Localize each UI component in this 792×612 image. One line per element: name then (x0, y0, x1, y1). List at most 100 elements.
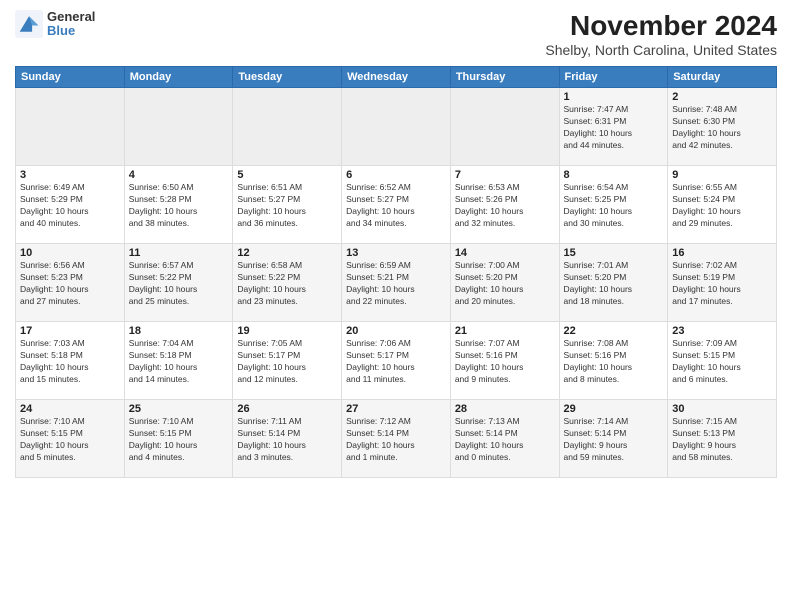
table-row: 27Sunrise: 7:12 AM Sunset: 5:14 PM Dayli… (342, 400, 451, 478)
day-info: Sunrise: 7:06 AM Sunset: 5:17 PM Dayligh… (346, 338, 446, 386)
day-info: Sunrise: 6:50 AM Sunset: 5:28 PM Dayligh… (129, 182, 229, 230)
table-row: 22Sunrise: 7:08 AM Sunset: 5:16 PM Dayli… (559, 322, 668, 400)
day-number: 17 (20, 325, 120, 337)
day-number: 24 (20, 403, 120, 415)
calendar-week-row: 17Sunrise: 7:03 AM Sunset: 5:18 PM Dayli… (16, 322, 777, 400)
day-info: Sunrise: 7:48 AM Sunset: 6:30 PM Dayligh… (672, 104, 772, 152)
day-number: 22 (564, 325, 664, 337)
table-row: 19Sunrise: 7:05 AM Sunset: 5:17 PM Dayli… (233, 322, 342, 400)
table-row: 8Sunrise: 6:54 AM Sunset: 5:25 PM Daylig… (559, 166, 668, 244)
day-info: Sunrise: 7:08 AM Sunset: 5:16 PM Dayligh… (564, 338, 664, 386)
col-saturday: Saturday (668, 67, 777, 88)
table-row: 20Sunrise: 7:06 AM Sunset: 5:17 PM Dayli… (342, 322, 451, 400)
table-row: 1Sunrise: 7:47 AM Sunset: 6:31 PM Daylig… (559, 88, 668, 166)
table-row: 16Sunrise: 7:02 AM Sunset: 5:19 PM Dayli… (668, 244, 777, 322)
col-wednesday: Wednesday (342, 67, 451, 88)
month-title: November 2024 (545, 10, 777, 42)
day-info: Sunrise: 7:01 AM Sunset: 5:20 PM Dayligh… (564, 260, 664, 308)
day-info: Sunrise: 7:11 AM Sunset: 5:14 PM Dayligh… (237, 416, 337, 464)
table-row: 18Sunrise: 7:04 AM Sunset: 5:18 PM Dayli… (124, 322, 233, 400)
day-number: 6 (346, 169, 446, 181)
calendar-week-row: 24Sunrise: 7:10 AM Sunset: 5:15 PM Dayli… (16, 400, 777, 478)
day-info: Sunrise: 6:55 AM Sunset: 5:24 PM Dayligh… (672, 182, 772, 230)
day-number: 14 (455, 247, 555, 259)
table-row: 17Sunrise: 7:03 AM Sunset: 5:18 PM Dayli… (16, 322, 125, 400)
table-row: 10Sunrise: 6:56 AM Sunset: 5:23 PM Dayli… (16, 244, 125, 322)
logo-icon (15, 10, 43, 38)
day-number: 25 (129, 403, 229, 415)
day-number: 12 (237, 247, 337, 259)
day-info: Sunrise: 6:52 AM Sunset: 5:27 PM Dayligh… (346, 182, 446, 230)
table-row (450, 88, 559, 166)
table-row: 21Sunrise: 7:07 AM Sunset: 5:16 PM Dayli… (450, 322, 559, 400)
table-row: 13Sunrise: 6:59 AM Sunset: 5:21 PM Dayli… (342, 244, 451, 322)
day-number: 21 (455, 325, 555, 337)
table-row: 25Sunrise: 7:10 AM Sunset: 5:15 PM Dayli… (124, 400, 233, 478)
calendar-week-row: 1Sunrise: 7:47 AM Sunset: 6:31 PM Daylig… (16, 88, 777, 166)
table-row: 3Sunrise: 6:49 AM Sunset: 5:29 PM Daylig… (16, 166, 125, 244)
logo: General Blue (15, 10, 95, 39)
calendar-week-row: 10Sunrise: 6:56 AM Sunset: 5:23 PM Dayli… (16, 244, 777, 322)
day-number: 26 (237, 403, 337, 415)
table-row: 15Sunrise: 7:01 AM Sunset: 5:20 PM Dayli… (559, 244, 668, 322)
day-number: 2 (672, 91, 772, 103)
col-tuesday: Tuesday (233, 67, 342, 88)
table-row: 29Sunrise: 7:14 AM Sunset: 5:14 PM Dayli… (559, 400, 668, 478)
logo-blue-text: Blue (47, 24, 95, 38)
calendar-week-row: 3Sunrise: 6:49 AM Sunset: 5:29 PM Daylig… (16, 166, 777, 244)
day-info: Sunrise: 6:58 AM Sunset: 5:22 PM Dayligh… (237, 260, 337, 308)
day-info: Sunrise: 7:07 AM Sunset: 5:16 PM Dayligh… (455, 338, 555, 386)
table-row: 24Sunrise: 7:10 AM Sunset: 5:15 PM Dayli… (16, 400, 125, 478)
table-row: 28Sunrise: 7:13 AM Sunset: 5:14 PM Dayli… (450, 400, 559, 478)
table-row: 26Sunrise: 7:11 AM Sunset: 5:14 PM Dayli… (233, 400, 342, 478)
table-row: 7Sunrise: 6:53 AM Sunset: 5:26 PM Daylig… (450, 166, 559, 244)
day-number: 20 (346, 325, 446, 337)
day-info: Sunrise: 7:12 AM Sunset: 5:14 PM Dayligh… (346, 416, 446, 464)
col-thursday: Thursday (450, 67, 559, 88)
day-info: Sunrise: 6:59 AM Sunset: 5:21 PM Dayligh… (346, 260, 446, 308)
day-number: 29 (564, 403, 664, 415)
day-number: 3 (20, 169, 120, 181)
table-row: 14Sunrise: 7:00 AM Sunset: 5:20 PM Dayli… (450, 244, 559, 322)
day-info: Sunrise: 7:05 AM Sunset: 5:17 PM Dayligh… (237, 338, 337, 386)
table-row (16, 88, 125, 166)
table-row: 23Sunrise: 7:09 AM Sunset: 5:15 PM Dayli… (668, 322, 777, 400)
col-monday: Monday (124, 67, 233, 88)
table-row (124, 88, 233, 166)
day-info: Sunrise: 6:53 AM Sunset: 5:26 PM Dayligh… (455, 182, 555, 230)
day-number: 15 (564, 247, 664, 259)
day-info: Sunrise: 6:57 AM Sunset: 5:22 PM Dayligh… (129, 260, 229, 308)
day-info: Sunrise: 7:14 AM Sunset: 5:14 PM Dayligh… (564, 416, 664, 464)
day-number: 8 (564, 169, 664, 181)
day-info: Sunrise: 7:10 AM Sunset: 5:15 PM Dayligh… (20, 416, 120, 464)
day-number: 18 (129, 325, 229, 337)
day-number: 5 (237, 169, 337, 181)
col-friday: Friday (559, 67, 668, 88)
table-row: 12Sunrise: 6:58 AM Sunset: 5:22 PM Dayli… (233, 244, 342, 322)
day-number: 28 (455, 403, 555, 415)
day-info: Sunrise: 6:54 AM Sunset: 5:25 PM Dayligh… (564, 182, 664, 230)
location-title: Shelby, North Carolina, United States (545, 42, 777, 58)
day-number: 4 (129, 169, 229, 181)
day-info: Sunrise: 7:04 AM Sunset: 5:18 PM Dayligh… (129, 338, 229, 386)
day-info: Sunrise: 7:09 AM Sunset: 5:15 PM Dayligh… (672, 338, 772, 386)
day-info: Sunrise: 7:13 AM Sunset: 5:14 PM Dayligh… (455, 416, 555, 464)
table-row (233, 88, 342, 166)
day-number: 9 (672, 169, 772, 181)
day-info: Sunrise: 6:49 AM Sunset: 5:29 PM Dayligh… (20, 182, 120, 230)
day-info: Sunrise: 6:56 AM Sunset: 5:23 PM Dayligh… (20, 260, 120, 308)
day-info: Sunrise: 6:51 AM Sunset: 5:27 PM Dayligh… (237, 182, 337, 230)
day-info: Sunrise: 7:03 AM Sunset: 5:18 PM Dayligh… (20, 338, 120, 386)
calendar-table: Sunday Monday Tuesday Wednesday Thursday… (15, 66, 777, 478)
day-info: Sunrise: 7:15 AM Sunset: 5:13 PM Dayligh… (672, 416, 772, 464)
table-row: 9Sunrise: 6:55 AM Sunset: 5:24 PM Daylig… (668, 166, 777, 244)
table-row: 30Sunrise: 7:15 AM Sunset: 5:13 PM Dayli… (668, 400, 777, 478)
day-info: Sunrise: 7:47 AM Sunset: 6:31 PM Dayligh… (564, 104, 664, 152)
table-row: 2Sunrise: 7:48 AM Sunset: 6:30 PM Daylig… (668, 88, 777, 166)
title-block: November 2024 Shelby, North Carolina, Un… (545, 10, 777, 58)
page-header: General Blue November 2024 Shelby, North… (15, 10, 777, 58)
table-row: 4Sunrise: 6:50 AM Sunset: 5:28 PM Daylig… (124, 166, 233, 244)
day-number: 10 (20, 247, 120, 259)
table-row (342, 88, 451, 166)
day-number: 19 (237, 325, 337, 337)
